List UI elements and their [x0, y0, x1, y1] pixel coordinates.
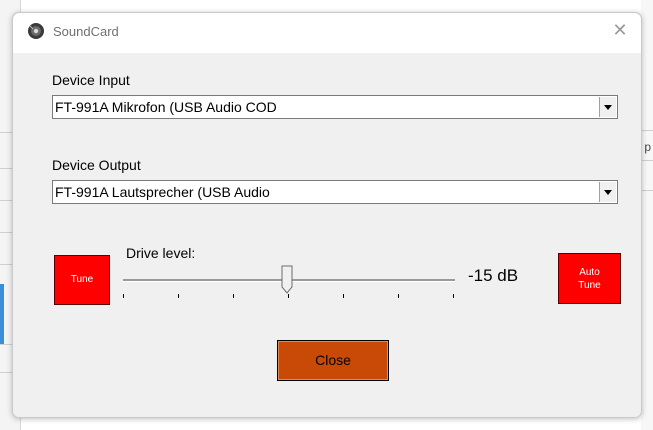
device-input-select[interactable]: FT-991A Mikrofon (USB Audio COD	[52, 95, 618, 119]
chevron-down-icon	[604, 105, 612, 110]
slider-tick	[398, 294, 399, 298]
drive-level-readout: -15 dB	[468, 266, 519, 285]
window-title: SoundCard	[53, 24, 119, 39]
background-divider	[641, 130, 653, 131]
close-button[interactable]: Close	[277, 340, 389, 381]
device-output-value: FT-991A Lautsprecher (USB Audio	[55, 184, 270, 200]
device-output-dropdown-button[interactable]	[599, 182, 616, 202]
slider-tick	[343, 294, 344, 298]
device-input-dropdown-button[interactable]	[599, 97, 616, 117]
speaker-icon	[27, 22, 45, 40]
device-output-select[interactable]: FT-991A Lautsprecher (USB Audio	[52, 180, 618, 204]
slider-tick	[123, 294, 124, 298]
device-input-label: Device Input	[52, 72, 130, 88]
soundcard-dialog: SoundCard ✕ Device Input FT-991A Mikrofo…	[12, 12, 642, 418]
slider-tick	[233, 294, 234, 298]
title-bar[interactable]: SoundCard ✕	[13, 13, 641, 53]
slider-tick	[178, 294, 179, 298]
drive-level-slider-thumb[interactable]	[281, 265, 293, 295]
background-divider	[641, 190, 653, 191]
background-divider	[641, 160, 653, 161]
screen: p SoundCard ✕ Device Input FT-991A Mikro…	[0, 0, 653, 430]
auto-tune-button[interactable]: Auto Tune	[558, 253, 621, 304]
auto-tune-label-line1: Auto	[579, 267, 600, 278]
slider-tick	[453, 294, 454, 298]
background-text: p	[644, 140, 651, 154]
drive-level-label: Drive level:	[126, 245, 196, 261]
tune-button[interactable]: Tune	[54, 255, 110, 305]
device-output-label: Device Output	[52, 157, 141, 173]
close-icon[interactable]: ✕	[609, 19, 631, 41]
chevron-down-icon	[604, 190, 612, 195]
device-input-value: FT-991A Mikrofon (USB Audio COD	[55, 99, 277, 115]
background-window-right	[641, 0, 653, 430]
auto-tune-label-line2: Tune	[578, 280, 601, 291]
background-selection-highlight	[0, 284, 4, 344]
